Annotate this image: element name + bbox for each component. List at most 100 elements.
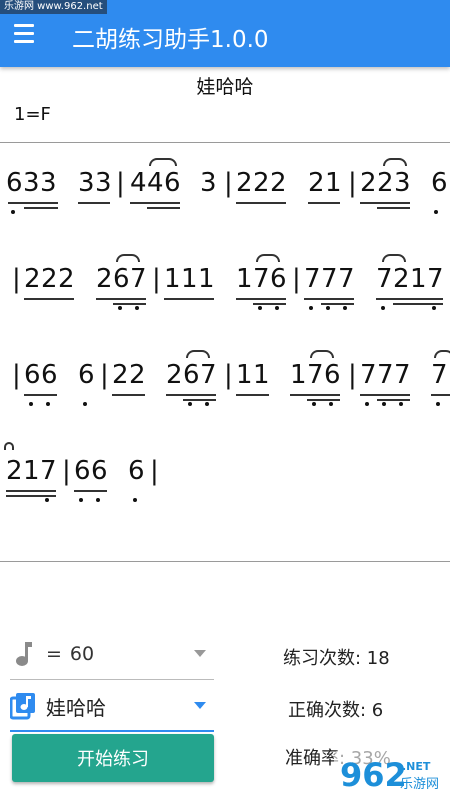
tempo-dropdown[interactable]: = 60 xyxy=(10,632,214,676)
low-dot xyxy=(436,402,440,406)
underline xyxy=(307,399,340,401)
underline xyxy=(8,202,58,204)
score-barline: | xyxy=(152,264,161,294)
underline xyxy=(290,394,340,396)
slur-arc xyxy=(383,158,407,166)
underline xyxy=(96,298,146,300)
low-dot xyxy=(258,306,262,310)
score-line-4: 2 1 7 | 6 6 6 | xyxy=(0,442,450,506)
score-note: 6 xyxy=(431,168,448,198)
score-note: 6 xyxy=(74,456,91,486)
score-note: 6 xyxy=(183,360,200,390)
score-note: 2 xyxy=(166,360,183,390)
score-note: 2 xyxy=(308,168,325,198)
underline xyxy=(393,303,443,305)
score-barline: | xyxy=(116,168,125,198)
score-note: 2 xyxy=(270,168,287,198)
underline xyxy=(431,394,450,396)
score-note: 1 xyxy=(164,264,181,294)
start-practice-button[interactable]: 开始练习 xyxy=(12,734,214,782)
score-line-1: 6 3 3 3 3 | 4 4 6 3 | 2 2 2 2 1 | 2 2 3 … xyxy=(0,158,450,218)
slur-arc xyxy=(186,350,210,358)
low-dot xyxy=(343,306,347,310)
score-barline: | xyxy=(62,456,71,486)
slur-arc xyxy=(116,254,140,262)
score-note: 7 xyxy=(304,264,321,294)
score-barline: | xyxy=(12,360,21,390)
score-barline: | xyxy=(12,264,21,294)
underline xyxy=(164,298,214,300)
score-note: 6 xyxy=(41,360,58,390)
music-library-icon xyxy=(10,691,36,721)
score-note: 7 xyxy=(431,360,448,390)
low-dot xyxy=(11,210,15,214)
low-dot xyxy=(381,306,385,310)
site-logo-icon: 962 .NET 乐游网 xyxy=(334,750,444,794)
low-dot xyxy=(118,306,122,310)
score-note: 7 xyxy=(321,264,338,294)
score-barline: | xyxy=(348,360,357,390)
score-barline: | xyxy=(150,456,159,486)
underline xyxy=(376,298,443,300)
low-dot xyxy=(205,402,209,406)
tempo-underline xyxy=(10,679,214,680)
score-note: 2 xyxy=(129,360,146,390)
score-barline: | xyxy=(292,264,301,294)
score-note: 3 xyxy=(95,168,112,198)
watermark-label: 乐游网 www.962.net xyxy=(0,0,107,14)
low-dot xyxy=(188,402,192,406)
song-selected: 娃哈哈 xyxy=(46,695,106,720)
score-note: 7 xyxy=(427,264,444,294)
score-note: 6 xyxy=(324,360,341,390)
score-note: 1 xyxy=(410,264,427,294)
low-dot xyxy=(135,306,139,310)
low-dot xyxy=(399,402,403,406)
slur-arc xyxy=(434,350,450,358)
score-line-3: | 6 6 6 | 2 2 2 6 7 | 1 1 1 7 6 | 7 7 7 … xyxy=(0,350,450,410)
underline xyxy=(113,303,146,305)
music-note-icon xyxy=(10,639,36,669)
underline xyxy=(78,202,110,204)
score-note: 7 xyxy=(130,264,147,294)
controls-panel: = 60 娃哈哈 开始练习 练习次数: 18 正确次数: 6 准确率: 33% … xyxy=(0,620,450,800)
underline xyxy=(6,490,56,492)
slur-arc xyxy=(310,350,334,358)
low-dot xyxy=(434,210,438,214)
logo-number: 962 xyxy=(340,756,407,794)
slur-arc xyxy=(4,442,14,450)
score-note: 1 xyxy=(236,360,253,390)
score-note: 2 xyxy=(393,264,410,294)
underline xyxy=(24,207,58,209)
low-dot xyxy=(96,498,100,502)
song-dropdown[interactable]: 娃哈哈 xyxy=(10,684,214,728)
score-note: 6 xyxy=(78,360,95,390)
tempo-value: 60 xyxy=(69,643,95,665)
score-note: 2 xyxy=(377,168,394,198)
score-note: 1 xyxy=(236,264,253,294)
score-note: 1 xyxy=(198,264,215,294)
score-barline: | xyxy=(100,360,109,390)
underline xyxy=(321,303,354,305)
score-area: 6 3 3 3 3 | 4 4 6 3 | 2 2 2 2 1 | 2 2 3 … xyxy=(0,146,450,558)
underline xyxy=(183,399,216,401)
score-note: 7 xyxy=(200,360,217,390)
underline xyxy=(166,394,216,396)
song-underline xyxy=(10,730,214,732)
score-note: 7 xyxy=(360,360,377,390)
underline xyxy=(112,394,145,396)
low-dot xyxy=(46,402,50,406)
slur-arc xyxy=(149,158,177,166)
underline xyxy=(236,298,286,300)
key-signature: 1=F xyxy=(14,104,51,125)
score-note: 2 xyxy=(112,360,129,390)
app-title: 二胡练习助手1.0.0 xyxy=(72,26,269,53)
score-note: 2 xyxy=(360,168,377,198)
score-note: 6 xyxy=(128,456,145,486)
underline xyxy=(377,207,410,209)
slur-arc xyxy=(382,254,406,262)
underline xyxy=(74,490,107,492)
low-dot xyxy=(312,402,316,406)
score-note: 2 xyxy=(236,168,253,198)
score-note: 1 xyxy=(290,360,307,390)
underline xyxy=(147,207,180,209)
